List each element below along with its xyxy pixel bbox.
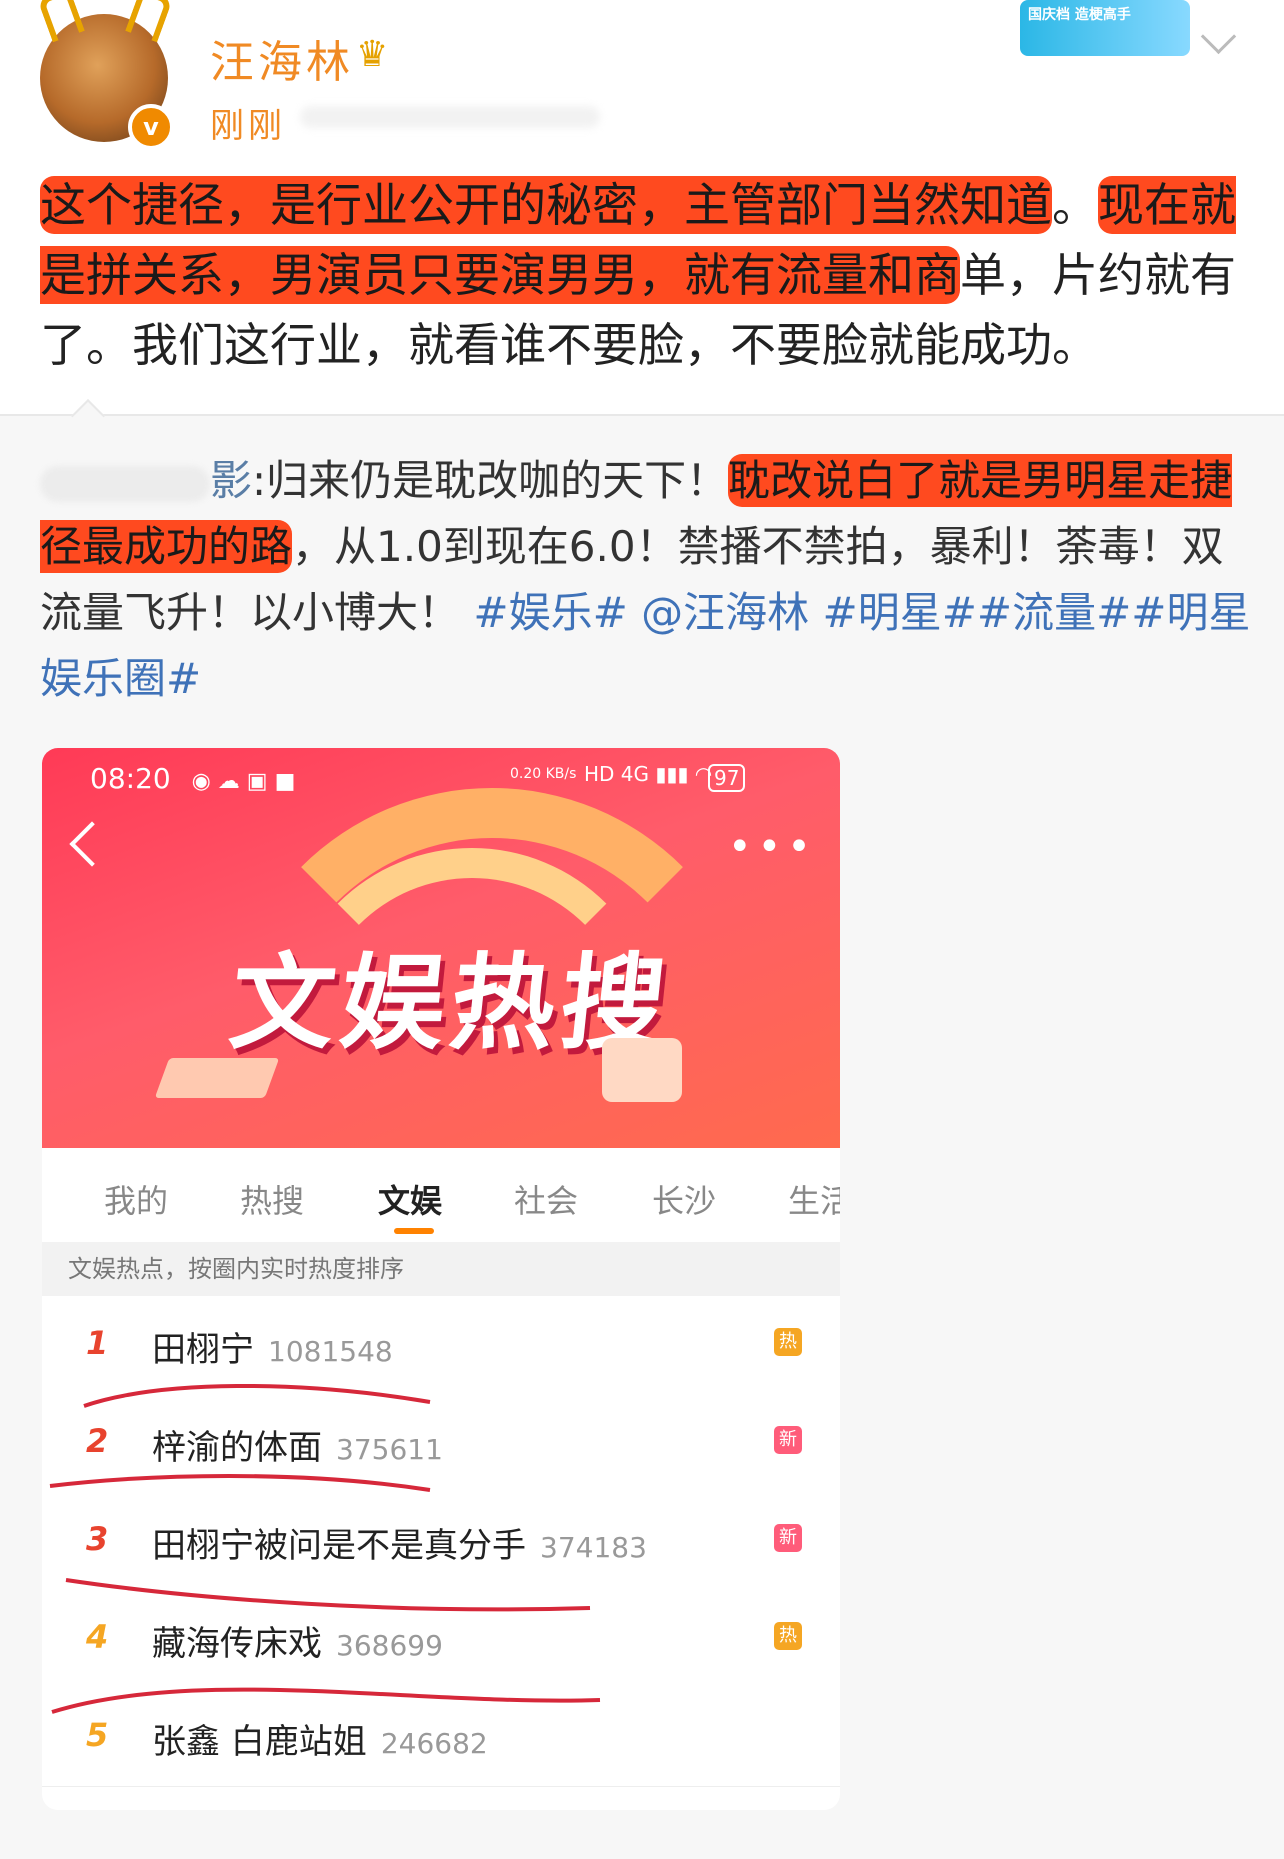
- scribble-overlay: [49, 1383, 601, 1714]
- scribble-4: [51, 1687, 601, 1714]
- scribble-2: [49, 1474, 431, 1492]
- scribble-3: [65, 1578, 591, 1612]
- scribble-1: [83, 1383, 431, 1408]
